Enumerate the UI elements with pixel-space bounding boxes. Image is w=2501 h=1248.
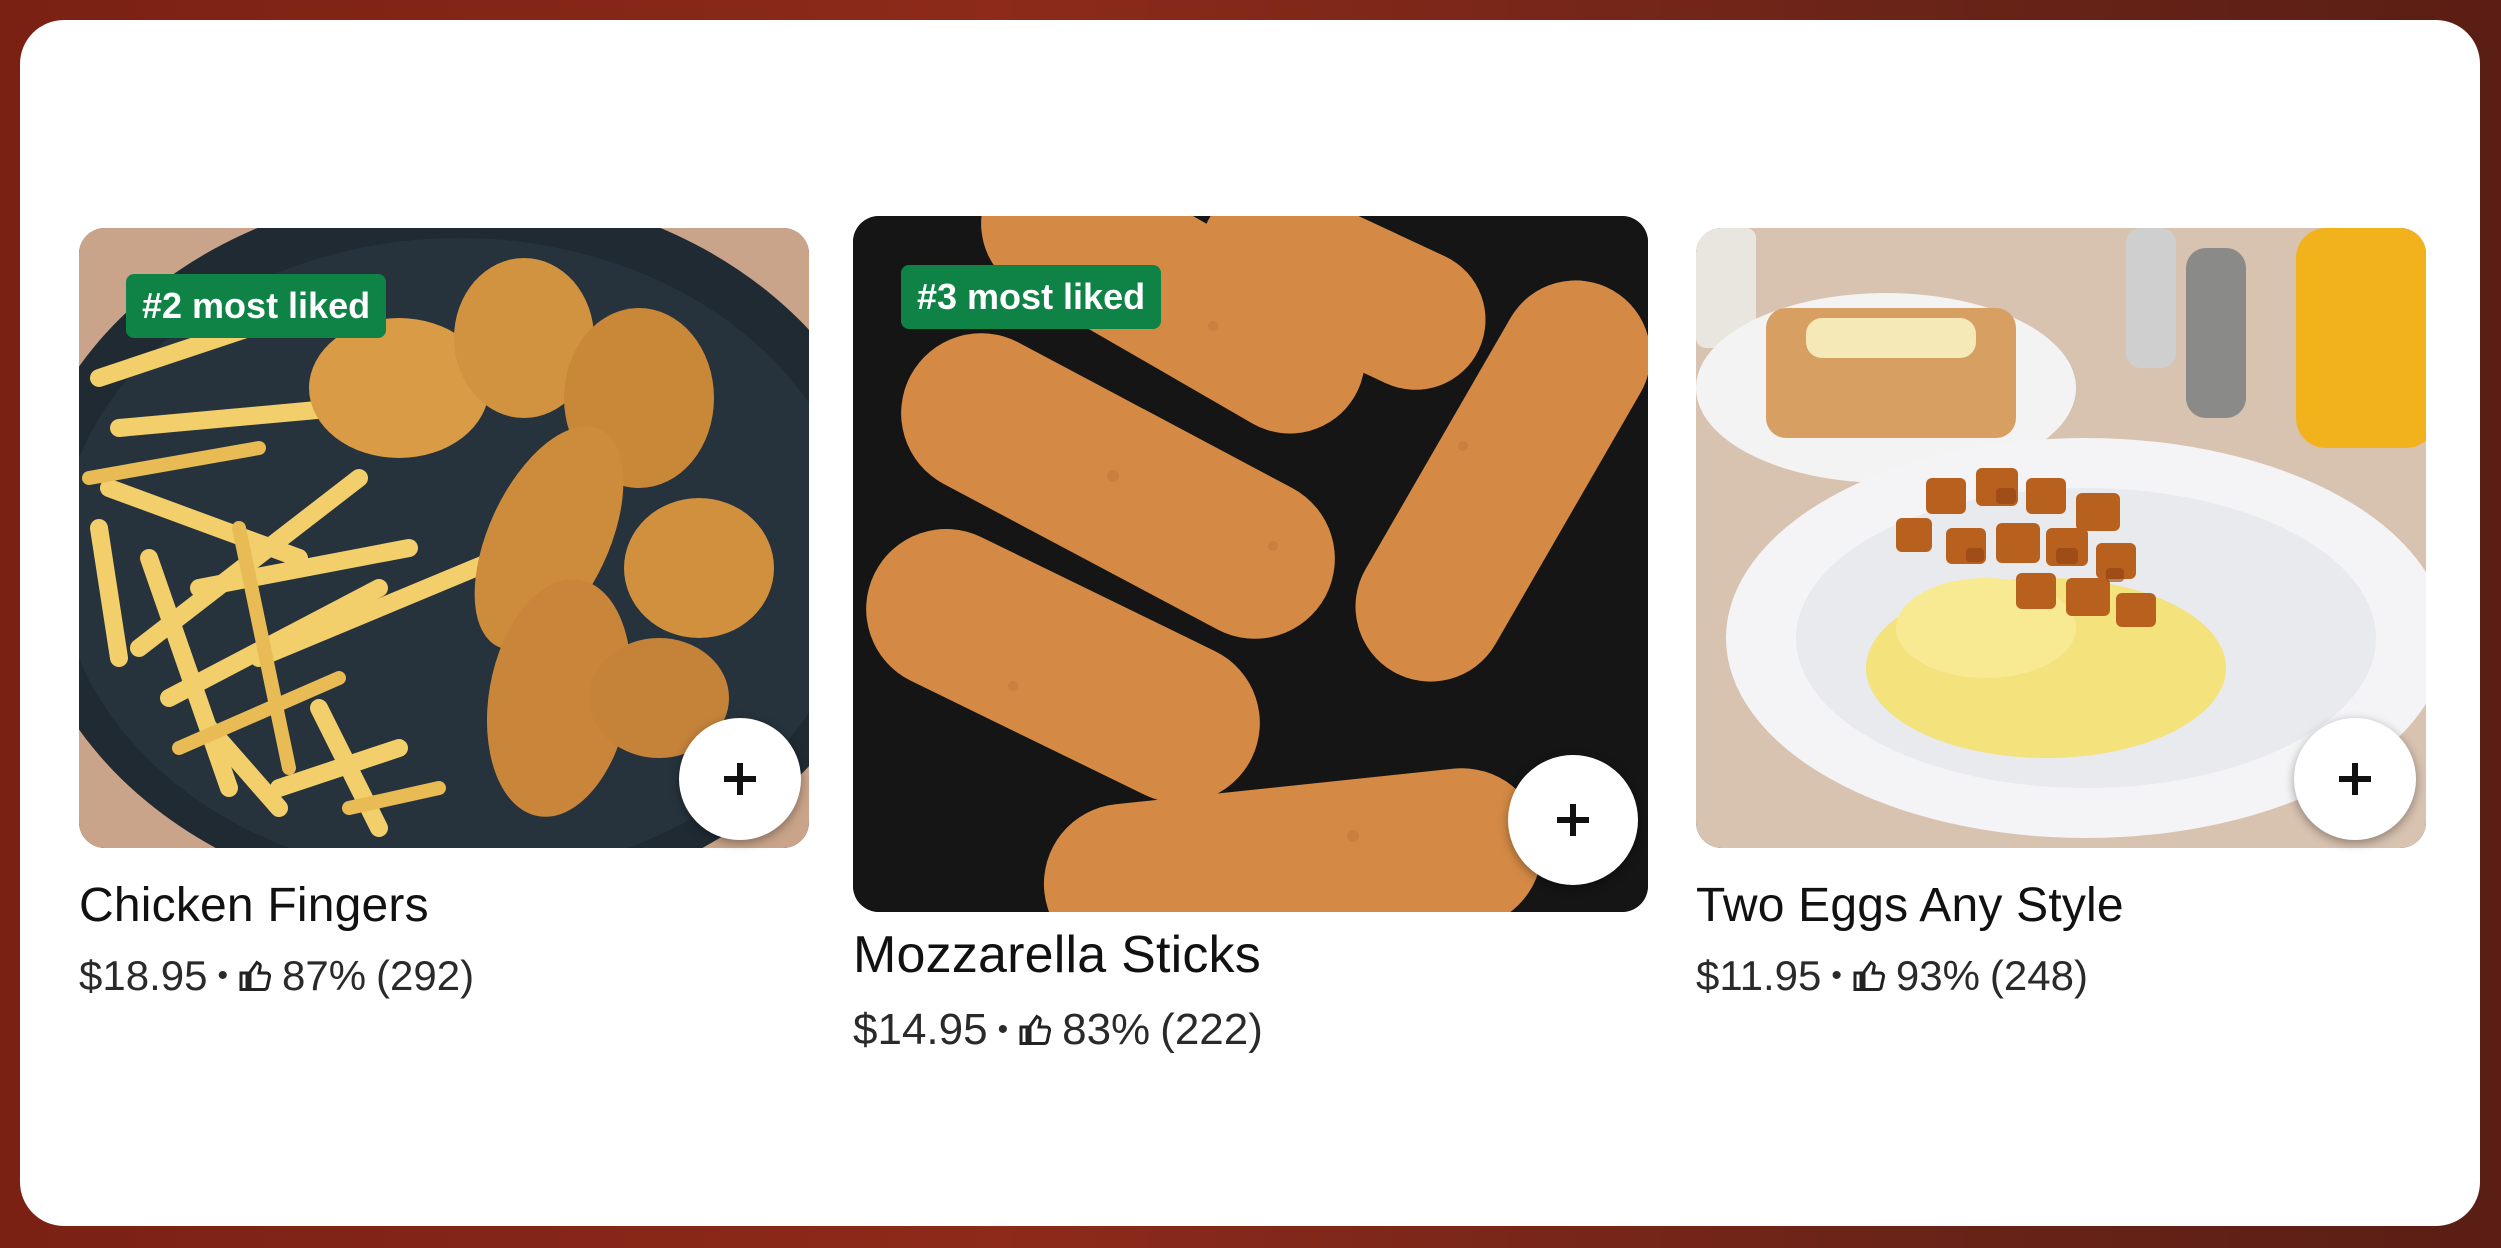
item-meta: $14.95 • 83% (222) — [853, 1005, 1263, 1055]
item-rating: 87% — [281, 952, 367, 999]
item-name: Two Eggs Any Style — [1696, 879, 2124, 932]
item-rating-count: (248) — [1989, 952, 2088, 999]
item-price: $18.95 — [79, 952, 208, 999]
separator-dot: • — [1831, 959, 1842, 992]
plus-icon — [1557, 804, 1589, 836]
item-price: $11.95 — [1696, 952, 1822, 999]
thumbs-up-icon — [1019, 1014, 1052, 1045]
item-rating-count: (292) — [376, 952, 475, 999]
menu-items-panel: #2 most liked Chicken Fingers $18.95 • 8… — [20, 20, 2480, 1226]
item-price: $14.95 — [853, 1005, 988, 1054]
most-liked-badge: #3 most liked — [901, 265, 1162, 329]
item-meta: $11.95 • 93% (248) — [1696, 952, 2088, 1000]
add-to-cart-button[interactable] — [2294, 718, 2416, 840]
plus-icon — [724, 763, 756, 795]
most-liked-badge: #2 most liked — [126, 274, 387, 338]
plus-icon — [2339, 763, 2371, 795]
item-name: Chicken Fingers — [79, 879, 429, 932]
item-name: Mozzarella Sticks — [853, 926, 1261, 984]
add-to-cart-button[interactable] — [1508, 755, 1638, 885]
separator-dot: • — [217, 959, 228, 992]
separator-dot: • — [997, 1013, 1009, 1046]
add-to-cart-button[interactable] — [679, 718, 801, 840]
item-rating-count: (222) — [1160, 1005, 1263, 1054]
thumbs-up-icon — [239, 960, 272, 991]
item-rating: 93% — [1895, 952, 1980, 999]
item-rating: 83% — [1062, 1005, 1151, 1054]
thumbs-up-icon — [1853, 960, 1885, 991]
item-meta: $18.95 • 87% (292) — [79, 952, 474, 1000]
